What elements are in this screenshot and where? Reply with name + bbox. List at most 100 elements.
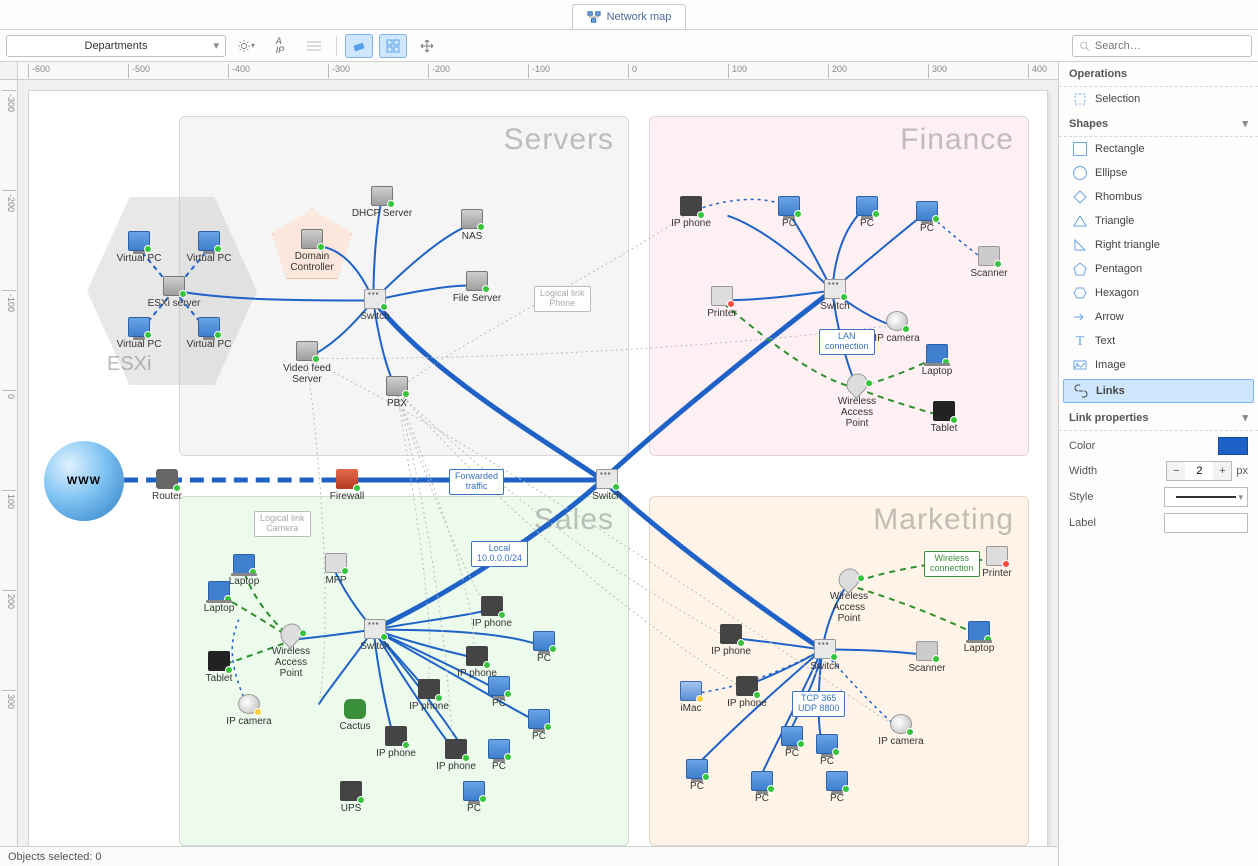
node-pc[interactable]: PC	[759, 196, 819, 229]
sheet[interactable]: Servers Finance Sales Marketing ESXi WWW	[28, 90, 1048, 846]
node-printer[interactable]: Printer	[692, 286, 752, 319]
node-mfp[interactable]: MFP	[306, 553, 366, 586]
node-pc[interactable]: PC	[837, 196, 897, 229]
move-button[interactable]	[413, 34, 441, 58]
node-scanner[interactable]: Scanner	[897, 641, 957, 674]
canvas[interactable]: Servers Finance Sales Marketing ESXi WWW	[18, 80, 1058, 846]
node-nas[interactable]: NAS	[442, 209, 502, 242]
tool-rhombus[interactable]: Rhombus	[1059, 185, 1258, 209]
node-switch-servers[interactable]: Switch	[345, 289, 405, 322]
node-laptop[interactable]: Laptop	[189, 581, 249, 614]
node-imac[interactable]: iMac	[661, 681, 721, 714]
link-label-wireless[interactable]: Wireless connection	[924, 551, 980, 577]
tool-pentagon[interactable]: Pentagon	[1059, 257, 1258, 281]
ruler-tick: -100	[2, 290, 16, 312]
link-label-forwarded[interactable]: Forwarded traffic	[449, 469, 504, 495]
tool-triangle[interactable]: Triangle	[1059, 209, 1258, 233]
link-label-tcp[interactable]: TCP 365 UDP 8800	[792, 691, 845, 717]
node-switch-finance[interactable]: Switch	[805, 279, 865, 312]
node-file-server[interactable]: File Server	[447, 271, 507, 304]
link-label-logical-camera[interactable]: Logical link Camera	[254, 511, 311, 537]
node-pbx[interactable]: PBX	[367, 376, 427, 409]
gear-button[interactable]: ▾	[232, 34, 260, 58]
canvas-area[interactable]: -600 -500 -400 -300 -200 -100 0 100 200 …	[0, 62, 1058, 866]
search-icon	[1079, 40, 1090, 52]
tool-arrow[interactable]: Arrow	[1059, 305, 1258, 329]
node-ip-phone[interactable]: IP phone	[447, 646, 507, 679]
search-box[interactable]	[1072, 35, 1252, 57]
width-unit: px	[1236, 465, 1248, 477]
node-switch-core[interactable]: Switch	[577, 469, 637, 502]
node-pc[interactable]: PC	[509, 709, 569, 742]
link-label-lan[interactable]: LAN connection	[819, 329, 875, 355]
node-virtual-pc[interactable]: Virtual PC	[109, 231, 169, 264]
node-switch-marketing[interactable]: Switch	[795, 639, 855, 672]
link-label-local[interactable]: Local 10.0.0.0/24	[471, 541, 528, 567]
node-tablet[interactable]: Tablet	[189, 651, 249, 684]
node-laptop[interactable]: Laptop	[907, 344, 967, 377]
node-ip-phone[interactable]: IP phone	[366, 726, 426, 759]
node-virtual-pc[interactable]: Virtual PC	[179, 231, 239, 264]
tool-image[interactable]: Image	[1059, 353, 1258, 377]
node-pc[interactable]: PC	[732, 771, 792, 804]
node-pc[interactable]: PC	[797, 734, 857, 767]
label-input[interactable]	[1164, 513, 1248, 533]
link-label-logical-phone[interactable]: Logical link Phone	[534, 286, 591, 312]
tool-hexagon[interactable]: Hexagon	[1059, 281, 1258, 305]
width-increment[interactable]: +	[1213, 462, 1231, 480]
width-stepper[interactable]: − +	[1166, 461, 1232, 481]
node-pc[interactable]: PC	[469, 676, 529, 709]
search-input[interactable]	[1095, 40, 1245, 52]
node-pc[interactable]: PC	[897, 201, 957, 234]
tab-network-map[interactable]: Network map	[572, 4, 687, 29]
node-router[interactable]: Router	[137, 469, 197, 502]
node-pc[interactable]: PC	[667, 759, 727, 792]
node-pc[interactable]: PC	[807, 771, 867, 804]
node-scanner[interactable]: Scanner	[959, 246, 1019, 279]
grid-lines-button[interactable]	[300, 34, 328, 58]
node-video-feed[interactable]: Video feed Server	[277, 341, 337, 385]
department-select[interactable]: Departments	[6, 35, 226, 57]
width-input[interactable]	[1185, 462, 1213, 480]
node-pc[interactable]: PC	[444, 781, 504, 814]
section-shapes[interactable]: Shapes▾	[1059, 111, 1258, 137]
node-ip-phone[interactable]: IP phone	[462, 596, 522, 629]
color-swatch[interactable]	[1218, 437, 1248, 455]
node-ip-camera[interactable]: IP camera	[871, 714, 931, 747]
width-decrement[interactable]: −	[1167, 462, 1185, 480]
style-select[interactable]	[1164, 487, 1248, 507]
node-ip-phone[interactable]: IP phone	[717, 676, 777, 709]
node-wap-sales[interactable]: Wireless Access Point	[261, 624, 321, 679]
node-virtual-pc[interactable]: Virtual PC	[179, 317, 239, 350]
node-esxi-server[interactable]: ESXi server	[144, 276, 204, 309]
node-laptop[interactable]: Laptop	[949, 621, 1009, 654]
node-wap-marketing[interactable]: Wireless Access Point	[819, 569, 879, 624]
node-ip-camera[interactable]: IP camera	[219, 694, 279, 727]
tool-text[interactable]: TText	[1059, 329, 1258, 353]
node-domain-controller[interactable]: Domain Controller	[282, 229, 342, 273]
www-globe[interactable]: WWW	[44, 441, 124, 521]
aip-button[interactable]: AIP	[266, 34, 294, 58]
node-virtual-pc[interactable]: Virtual PC	[109, 317, 169, 350]
section-link-properties[interactable]: Link properties▾	[1059, 405, 1258, 431]
node-pc[interactable]: PC	[514, 631, 574, 664]
node-ups[interactable]: UPS	[321, 781, 381, 814]
node-ip-camera[interactable]: IP camera	[867, 311, 927, 344]
node-ip-phone[interactable]: IP phone	[701, 624, 761, 657]
node-switch-sales[interactable]: Switch	[345, 619, 405, 652]
node-ip-phone[interactable]: IP phone	[399, 679, 459, 712]
node-dhcp[interactable]: DHCP Server	[352, 186, 412, 219]
node-firewall[interactable]: Firewall	[317, 469, 377, 502]
tool-right-triangle[interactable]: Right triangle	[1059, 233, 1258, 257]
eraser-button[interactable]	[345, 34, 373, 58]
tool-links[interactable]: Links	[1063, 379, 1254, 403]
node-tablet[interactable]: Tablet	[914, 401, 974, 434]
node-ip-phone[interactable]: IP phone	[661, 196, 721, 229]
tool-ellipse[interactable]: Ellipse	[1059, 161, 1258, 185]
snap-button[interactable]	[379, 34, 407, 58]
rhombus-icon	[1073, 190, 1087, 204]
node-pc[interactable]: PC	[469, 739, 529, 772]
tool-selection[interactable]: Selection	[1059, 87, 1258, 111]
tool-rectangle[interactable]: Rectangle	[1059, 137, 1258, 161]
node-wap-finance[interactable]: Wireless Access Point	[827, 374, 887, 429]
